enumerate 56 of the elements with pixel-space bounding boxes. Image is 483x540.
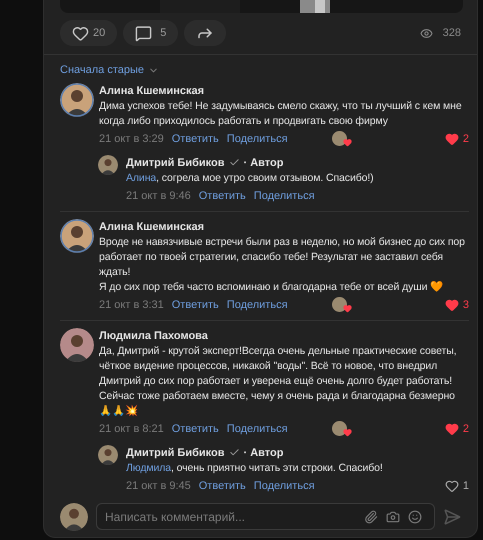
heart-icon[interactable] <box>444 298 459 312</box>
share-link[interactable]: Поделиться <box>226 131 288 148</box>
comment-field[interactable]: Написать комментарий... <box>96 503 435 530</box>
comment-text: Людмила, очень приятно читать эти строки. Спасибо! <box>126 461 384 476</box>
mention-link[interactable]: Алина <box>126 172 156 184</box>
comment-input[interactable]: Написать комментарий... <box>105 508 360 526</box>
like-count: 1 <box>462 479 469 494</box>
share-link[interactable]: Поделиться <box>226 297 288 314</box>
avatar <box>60 502 88 530</box>
comment-time: 21 окт в 3:31 <box>99 298 164 313</box>
like-count: 2 <box>462 422 469 437</box>
comment-time: 21 окт в 9:46 <box>126 189 191 204</box>
like-button[interactable]: 20 <box>60 20 118 46</box>
share-link[interactable]: Поделиться <box>254 478 315 494</box>
attach-icon[interactable] <box>364 510 378 524</box>
mention-link[interactable]: Людмила <box>126 462 172 474</box>
sort-dropdown[interactable]: Сначала старые <box>60 62 160 78</box>
reply-link[interactable]: Ответить <box>198 478 246 494</box>
commenter-name[interactable]: Алина Кшеминская <box>99 82 469 99</box>
camera-icon[interactable] <box>386 510 400 524</box>
author-name[interactable]: Дмитрий Бибиков <box>126 444 224 461</box>
avatar <box>60 82 94 116</box>
comment-time: 21 окт в 8:21 <box>99 422 164 437</box>
commenter-name[interactable]: Алина Кшеминская <box>99 218 469 235</box>
reply-link[interactable]: Ответить <box>172 297 219 314</box>
comment-text: Дима успехов тебе! Не задумываясь смело скажу, что ты лучший с кем мне когда либо приходилось работать и продвигать свою фирму <box>99 99 463 129</box>
comment-text: Да, Дмитрий - крутой эксперт!Всегда очень дельные практические советы, чёткое видение процессов, никакой "воды". Всё то новое, что внедрил Дмитрий до сих пор работает и уверена ещё очень долго будет работать! Сейчас тоже работаем вместе, чему я очень рада и благодарна безмерно 🙏🙏💥 <box>99 344 458 419</box>
author-label: · Автор <box>244 156 284 170</box>
share-link[interactable]: Поделиться <box>254 188 315 204</box>
speech-bubble-icon <box>135 24 152 42</box>
share-button[interactable] <box>184 20 226 46</box>
eye-icon <box>420 26 433 40</box>
heart-icon <box>72 24 89 42</box>
heart-icon[interactable] <box>444 422 459 436</box>
comment-text: Алина, согрела мое утро своим отзывом. Спасибо!) <box>126 171 375 186</box>
author-label: · Автор <box>244 446 284 460</box>
heart-icon[interactable] <box>444 132 459 146</box>
comment-button[interactable]: 5 <box>123 20 178 46</box>
share-link[interactable]: Поделиться <box>226 421 288 438</box>
reply-link[interactable]: Ответить <box>198 188 246 204</box>
comment-text: Вроде не навязчивые встречи были раз в неделю, но мой бизнес до сих пор работает по твоей стратегии, спасибо тебе! Результат не заставил себя ждать! Я до сих пор тебя часто вспоминаю и благодарна тебе от всей души 🧡 <box>99 235 466 295</box>
avatar <box>98 154 118 174</box>
heart-icon[interactable] <box>444 479 459 494</box>
emoji-icon[interactable] <box>408 510 422 524</box>
avatar <box>60 218 94 252</box>
like-count: 2 <box>462 132 469 147</box>
comment-time: 21 окт в 9:45 <box>126 479 191 494</box>
comment-time: 21 окт в 3:29 <box>99 132 164 147</box>
reply-link[interactable]: Ответить <box>172 421 219 438</box>
commenter-name[interactable]: Людмила Пахомова <box>99 328 469 344</box>
view-count: 328 <box>442 26 461 41</box>
like-count: 3 <box>462 298 469 313</box>
avatar <box>98 444 118 464</box>
reply-link[interactable]: Ответить <box>172 131 219 148</box>
avatar <box>60 328 94 362</box>
author-name[interactable]: Дмитрий Бибиков <box>126 154 224 171</box>
